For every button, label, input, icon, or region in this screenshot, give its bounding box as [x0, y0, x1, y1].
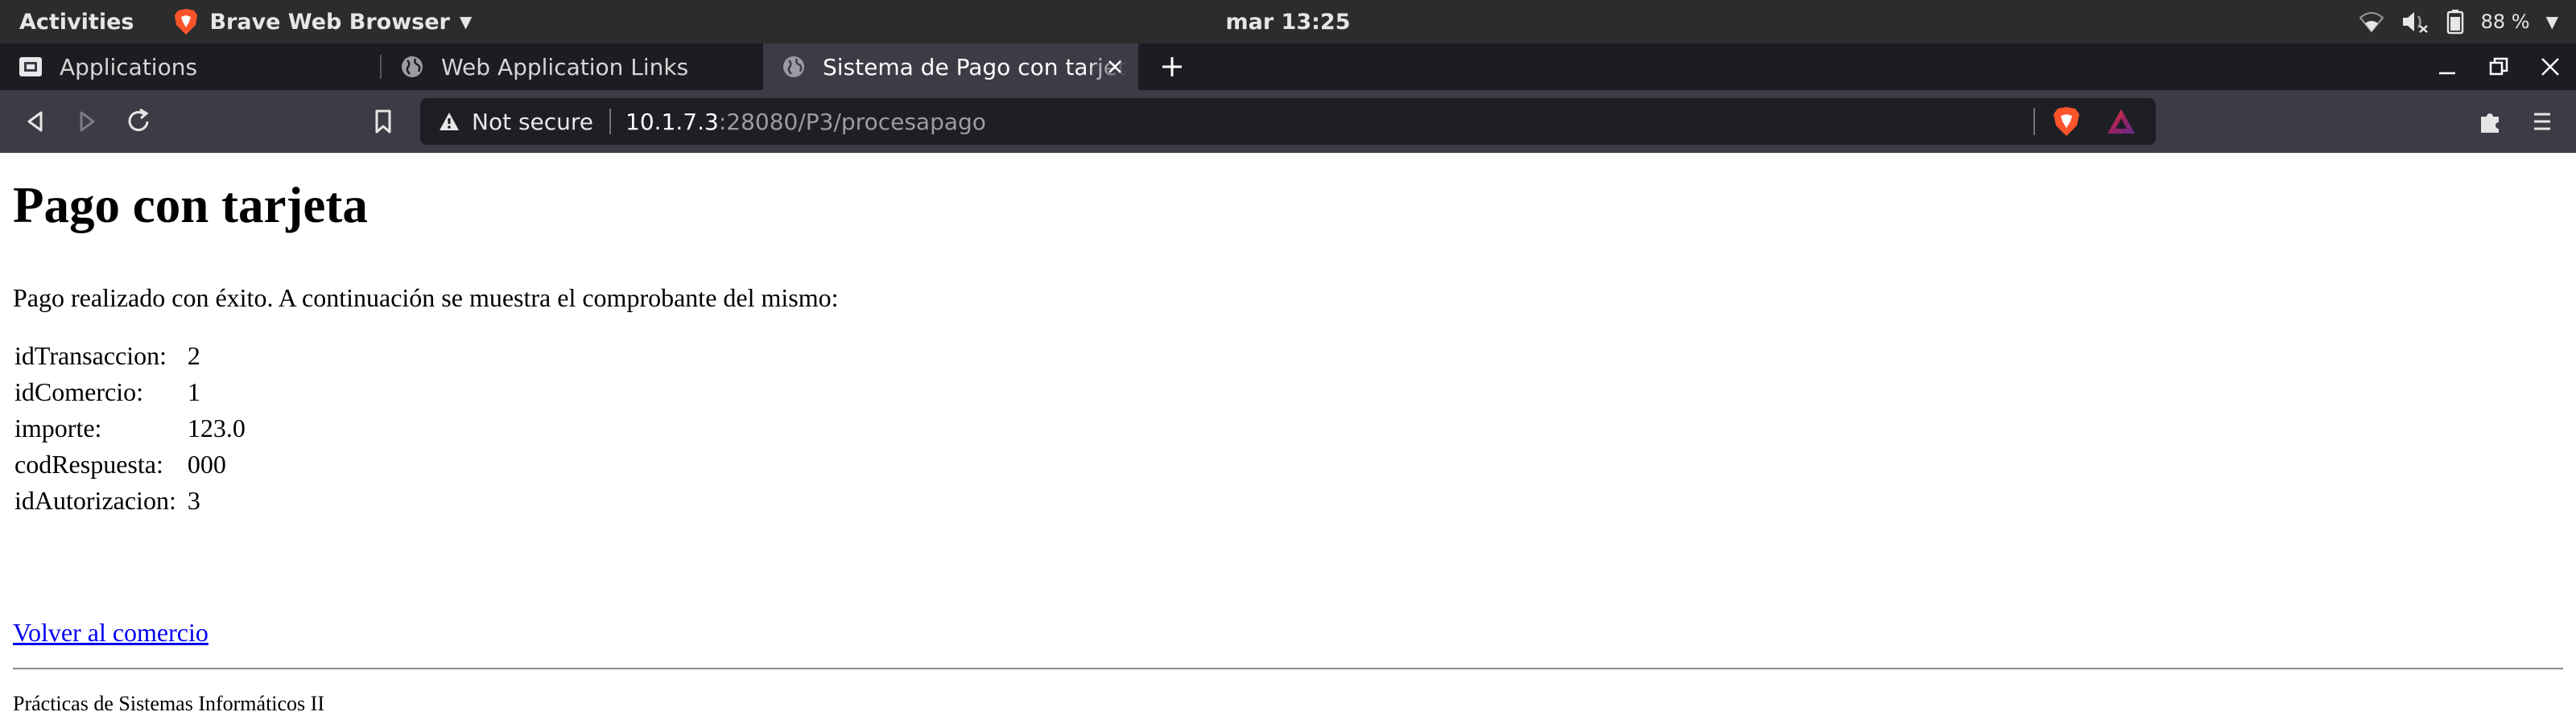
menu-icon[interactable]	[2528, 107, 2557, 136]
tab-title: Sistema de Pago con tarjeta	[823, 53, 1129, 80]
brave-shields-icon[interactable]	[2053, 106, 2080, 137]
security-status[interactable]: Not secure	[472, 109, 593, 135]
brave-rewards-icon[interactable]	[2106, 108, 2136, 135]
brave-logo-icon	[175, 9, 198, 35]
restore-icon	[2489, 57, 2508, 76]
plus-icon	[1162, 57, 1182, 76]
speaker-muted-icon	[2402, 12, 2428, 33]
divider	[2033, 108, 2035, 135]
url-host: 10.1.7.3	[625, 108, 719, 135]
globe-icon	[402, 56, 423, 77]
battery-icon	[2446, 10, 2463, 35]
new-tab-button[interactable]	[1148, 43, 1196, 90]
table-row: idComercio: 1	[14, 374, 246, 410]
close-window-button[interactable]	[2524, 56, 2576, 78]
receipt-label: importe:	[14, 414, 102, 442]
tab-title: Applications	[60, 53, 198, 80]
system-status-area[interactable]: 88 % ▼	[2359, 9, 2558, 35]
warning-icon	[440, 113, 459, 130]
page-title: Pago con tarjeta	[13, 177, 368, 233]
tab-web-application-links[interactable]: Web Application Links	[382, 43, 763, 90]
reload-icon[interactable]	[124, 107, 153, 136]
table-row: idAutorizacion: 3	[14, 483, 246, 519]
tab-applications[interactable]: Applications	[0, 43, 382, 90]
forward-arrow-icon[interactable]	[72, 107, 101, 136]
activities-button[interactable]: Activities	[19, 10, 134, 35]
tab-sistema-de-pago[interactable]: Sistema de Pago con tarjeta	[763, 43, 1138, 90]
chevron-down-icon: ▼	[2545, 12, 2558, 31]
intro-text: Pago realizado con éxito. A continuación…	[13, 283, 839, 312]
tab-strip: Applications Web Application Links Siste…	[0, 43, 2576, 90]
receipt-value: 1	[187, 377, 200, 406]
app-menu[interactable]: Brave Web Browser ▼	[174, 8, 472, 35]
table-row: codRespuesta: 000	[14, 446, 246, 483]
receipt-value: 3	[187, 486, 200, 515]
globe-icon	[783, 56, 804, 77]
receipt-label: idAutorizacion:	[14, 486, 176, 515]
receipt-table: idTransaccion: 2 idComercio: 1 importe: …	[10, 338, 250, 519]
footer-text: Prácticas de Sistemas Informáticos II	[13, 692, 324, 715]
wifi-icon	[2359, 12, 2384, 33]
system-top-bar: Activities Brave Web Browser ▼ mar 13:25…	[0, 0, 2576, 43]
table-row: importe: 123.0	[14, 410, 246, 446]
applications-icon	[19, 57, 42, 76]
receipt-value: 000	[187, 450, 226, 479]
receipt-value: 2	[187, 341, 200, 370]
divider	[13, 668, 2563, 669]
minimize-icon	[2439, 72, 2455, 75]
divider	[609, 109, 612, 134]
close-icon	[2541, 58, 2559, 76]
back-to-store-link[interactable]: Volver al comercio	[13, 618, 208, 648]
table-row: idTransaccion: 2	[14, 338, 246, 374]
back-arrow-icon[interactable]	[21, 107, 50, 136]
minimize-button[interactable]	[2421, 56, 2473, 78]
receipt-label: idComercio:	[14, 377, 143, 406]
window-controls	[2421, 43, 2576, 90]
address-bar[interactable]: Not secure 10.1.7.3 :28080/P3/procesapag…	[420, 98, 2156, 145]
bookmark-icon[interactable]	[369, 107, 398, 136]
address-bar-actions	[2033, 106, 2136, 137]
receipt-value: 123.0	[187, 414, 246, 442]
chevron-down-icon: ▼	[459, 12, 473, 31]
url-path: :28080/P3/procesapago	[718, 108, 986, 135]
app-menu-label: Brave Web Browser	[209, 9, 450, 35]
clock[interactable]: mar 13:25	[1225, 10, 1350, 35]
tab-title: Web Application Links	[441, 53, 689, 80]
receipt-label: idTransaccion:	[14, 341, 167, 370]
receipt-label: codRespuesta:	[14, 450, 163, 479]
extensions-icon[interactable]	[2476, 107, 2505, 136]
navigation-toolbar: Not secure 10.1.7.3 :28080/P3/procesapag…	[0, 90, 2576, 153]
close-tab-icon[interactable]	[1103, 55, 1127, 79]
restore-button[interactable]	[2473, 56, 2524, 78]
battery-percentage: 88 %	[2480, 10, 2530, 33]
